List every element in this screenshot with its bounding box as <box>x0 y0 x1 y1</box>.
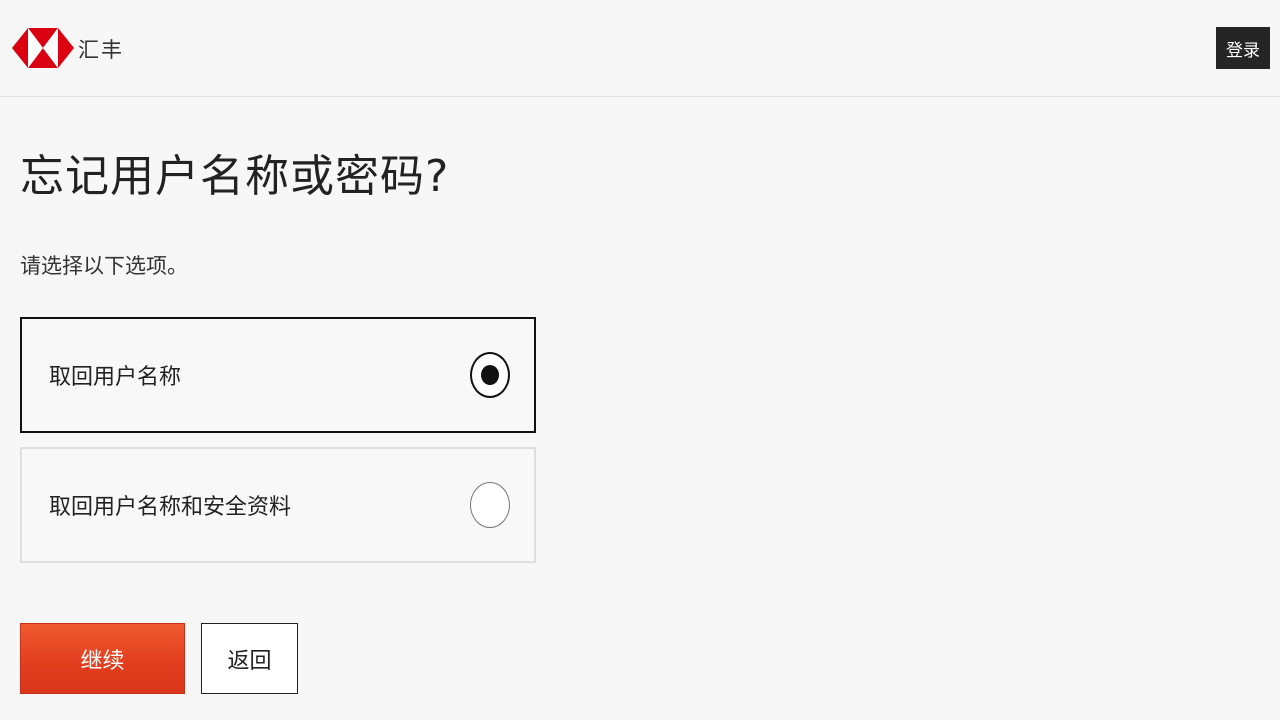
login-button[interactable]: 登录 <box>1216 27 1270 69</box>
option-label: 取回用户名称和安全资料 <box>49 495 292 520</box>
instruction-text: 请选择以下选项。 <box>20 254 188 278</box>
option-retrieve-username-and-security[interactable]: 取回用户名称和安全资料 <box>20 447 536 563</box>
brand-name: 汇丰 <box>78 38 124 62</box>
back-button[interactable]: 返回 <box>201 623 298 694</box>
radio-button-unselected[interactable] <box>470 482 510 528</box>
option-label: 取回用户名称 <box>49 365 182 390</box>
top-header: 汇丰 登录 <box>0 0 1280 97</box>
page-title: 忘记用户名称或密码? <box>20 151 450 202</box>
continue-button[interactable]: 继续 <box>20 623 185 694</box>
option-retrieve-username[interactable]: 取回用户名称 <box>20 317 536 433</box>
radio-dot-icon <box>481 365 499 385</box>
hsbc-logo-icon[interactable] <box>12 28 74 68</box>
radio-button-selected[interactable] <box>470 352 510 398</box>
